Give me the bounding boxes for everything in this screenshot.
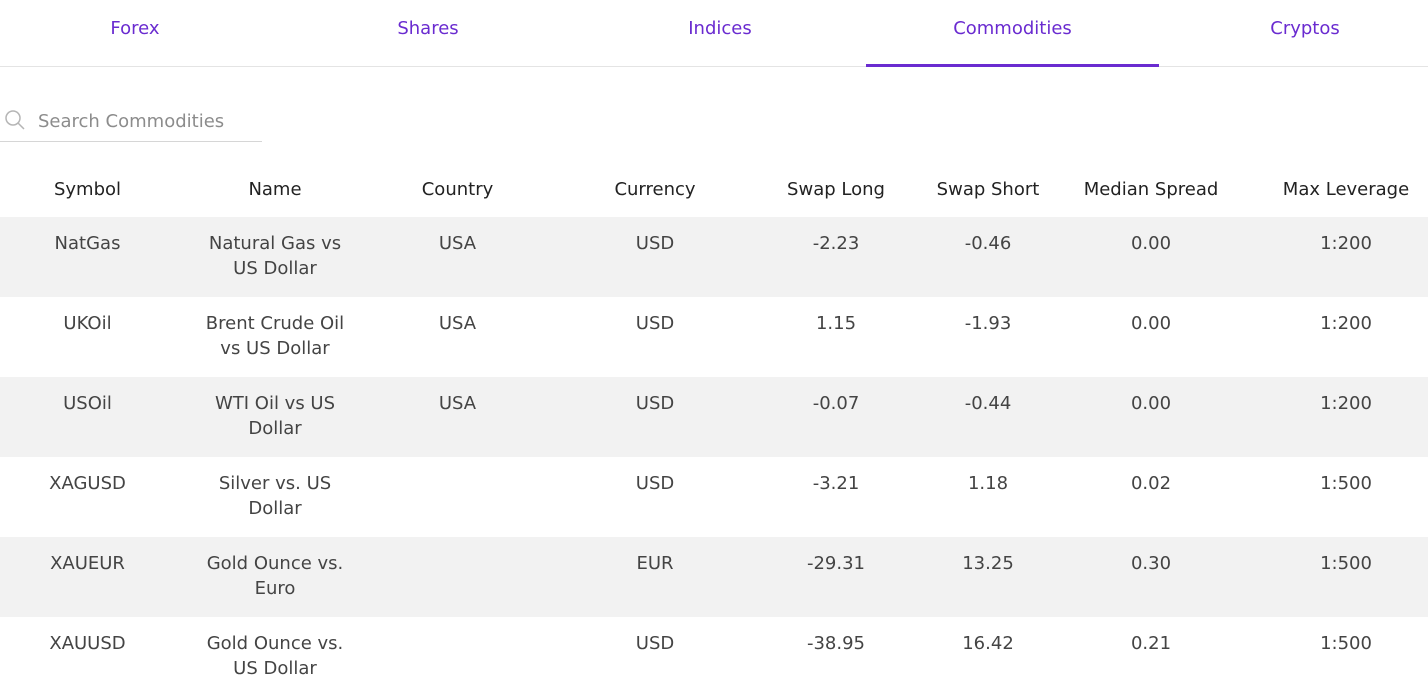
cell-symbol: XAUEUR xyxy=(50,553,125,574)
table-header: Symbol Name Country Currency Swap Long S… xyxy=(0,170,1428,214)
cell-max-leverage: 1:200 xyxy=(1320,313,1372,334)
cell-swap-short: -1.93 xyxy=(964,313,1012,334)
cell-country: USA xyxy=(438,233,477,254)
tab-commodities[interactable]: Commodities xyxy=(866,0,1159,67)
category-tabs: Forex Shares Indices Commodities Cryptos xyxy=(0,0,1428,67)
search-input[interactable] xyxy=(36,106,260,136)
table-row: USOil WTI Oil vs US Dollar USA USD -0.07… xyxy=(0,377,1428,457)
header-swap-short[interactable]: Swap Short xyxy=(917,170,1059,210)
cell-swap-long: -2.23 xyxy=(812,233,860,254)
cell-max-leverage: 1:500 xyxy=(1320,553,1372,574)
cell-median-spread: 0.21 xyxy=(1130,633,1172,654)
search-box xyxy=(0,100,262,142)
cell-swap-long: 1.15 xyxy=(815,313,857,334)
table-row: XAUEUR Gold Ounce vs. Euro EUR -29.31 13… xyxy=(0,537,1428,617)
cell-max-leverage: 1:500 xyxy=(1320,473,1372,494)
tab-indices[interactable]: Indices xyxy=(585,0,855,67)
cell-currency: USD xyxy=(635,473,675,494)
cell-median-spread: 0.30 xyxy=(1130,553,1172,574)
cell-swap-short: 13.25 xyxy=(962,553,1014,574)
cell-country: USA xyxy=(438,313,477,334)
cell-country: USA xyxy=(438,393,477,414)
cell-swap-short: -0.44 xyxy=(964,393,1012,414)
cell-swap-short: 16.42 xyxy=(962,633,1014,654)
cell-symbol: NatGas xyxy=(54,233,121,254)
cell-name: Silver vs. US Dollar xyxy=(218,473,332,519)
header-name[interactable]: Name xyxy=(195,170,355,210)
cell-name: Brent Crude Oil vs US Dollar xyxy=(205,313,345,359)
table-row: NatGas Natural Gas vs US Dollar USA USD … xyxy=(0,217,1428,297)
search-icon xyxy=(5,110,25,130)
cell-symbol: USOil xyxy=(63,393,112,414)
cell-symbol: UKOil xyxy=(63,313,112,334)
cell-max-leverage: 1:200 xyxy=(1320,233,1372,254)
cell-swap-short: 1.18 xyxy=(967,473,1009,494)
cell-currency: EUR xyxy=(636,553,674,574)
cell-currency: USD xyxy=(635,313,675,334)
cell-swap-long: -3.21 xyxy=(812,473,860,494)
header-swap-long[interactable]: Swap Long xyxy=(765,170,907,210)
header-median-spread[interactable]: Median Spread xyxy=(1071,170,1231,210)
cell-median-spread: 0.00 xyxy=(1130,313,1172,334)
cell-currency: USD xyxy=(635,633,675,654)
cell-name: WTI Oil vs US Dollar xyxy=(214,393,336,439)
tab-cryptos[interactable]: Cryptos xyxy=(1170,0,1428,67)
header-country[interactable]: Country xyxy=(395,170,520,210)
cell-swap-short: -0.46 xyxy=(964,233,1012,254)
cell-symbol: XAUUSD xyxy=(49,633,126,654)
header-currency[interactable]: Currency xyxy=(585,170,725,210)
table-row: UKOil Brent Crude Oil vs US Dollar USA U… xyxy=(0,297,1428,377)
cell-median-spread: 0.02 xyxy=(1130,473,1172,494)
cell-swap-long: -0.07 xyxy=(812,393,860,414)
cell-swap-long: -38.95 xyxy=(806,633,866,654)
table-body: NatGas Natural Gas vs US Dollar USA USD … xyxy=(0,217,1428,697)
cell-median-spread: 0.00 xyxy=(1130,233,1172,254)
cell-max-leverage: 1:500 xyxy=(1320,633,1372,654)
cell-currency: USD xyxy=(635,233,675,254)
cell-name: Gold Ounce vs. Euro xyxy=(206,553,344,599)
cell-swap-long: -29.31 xyxy=(806,553,866,574)
header-max-leverage[interactable]: Max Leverage xyxy=(1272,170,1420,210)
cell-name: Natural Gas vs US Dollar xyxy=(208,233,342,279)
table-row: XAGUSD Silver vs. US Dollar USD -3.21 1.… xyxy=(0,457,1428,537)
cell-currency: USD xyxy=(635,393,675,414)
cell-median-spread: 0.00 xyxy=(1130,393,1172,414)
cell-symbol: XAGUSD xyxy=(49,473,126,494)
tab-forex[interactable]: Forex xyxy=(0,0,270,67)
header-symbol[interactable]: Symbol xyxy=(20,170,155,210)
tab-shares[interactable]: Shares xyxy=(293,0,563,67)
cell-max-leverage: 1:200 xyxy=(1320,393,1372,414)
table-row: XAUUSD Gold Ounce vs. US Dollar USD -38.… xyxy=(0,617,1428,697)
cell-name: Gold Ounce vs. US Dollar xyxy=(206,633,344,679)
